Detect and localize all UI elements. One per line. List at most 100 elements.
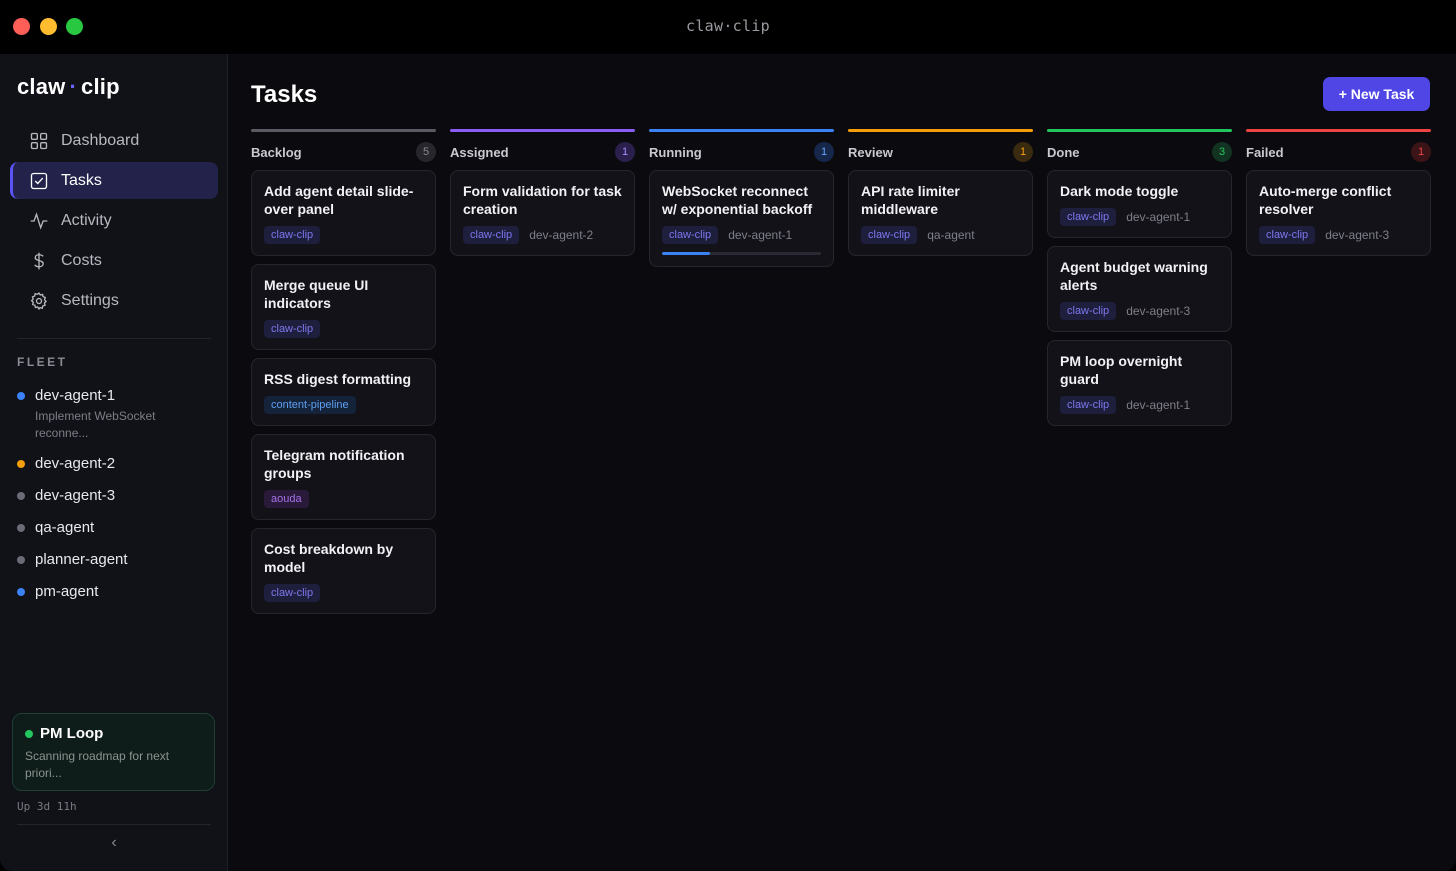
column-title: Failed [1246,144,1284,160]
column-title: Running [649,144,702,160]
column-header: Running 1 [649,132,834,170]
task-title: Auto-merge conflict resolver [1259,183,1392,217]
logo-text-right: clip [81,74,120,99]
logo-text-left: claw [17,74,66,99]
sidebar-item-settings[interactable]: Settings [10,282,218,319]
app-window: claw·clip claw · clip Dashboard Tasks Activi… [0,0,1456,871]
page-title: Tasks [251,81,318,108]
project-tag: claw-clip [1259,226,1316,244]
agent-name: dev-agent-3 [35,487,116,504]
task-card[interactable]: Add agent detail slide-over panel claw-cl… [251,170,436,256]
task-card[interactable]: Dark mode toggle claw-clip dev-agent-1 [1047,170,1232,238]
task-meta: claw-clip [264,320,423,338]
fleet-agent[interactable]: dev-agent-2 [17,454,217,474]
agent-status-dot [17,492,25,500]
column-count-badge: 1 [1013,142,1033,162]
task-title: PM loop overnight guard [1060,353,1183,387]
project-tag: claw-clip [264,226,321,244]
sidebar-item-tasks[interactable]: Tasks [10,162,218,199]
fleet-list: dev-agent-1 Implement WebSocket reconne..… [17,386,217,614]
fleet-agent[interactable]: dev-agent-1 Implement WebSocket reconne..… [17,386,217,442]
fleet-agent[interactable]: pm-agent [17,582,217,602]
sidebar-item-costs[interactable]: Costs [10,242,218,279]
project-tag: claw-clip [264,584,321,602]
app-logo[interactable]: claw · clip [17,74,120,100]
task-title: RSS digest formatting [264,371,412,387]
column-count-badge: 1 [615,142,635,162]
project-tag: aouda [264,490,309,508]
fleet-agent[interactable]: qa-agent [17,518,217,538]
task-card[interactable]: Agent budget warning alerts claw-clip dev-… [1047,246,1232,332]
agent-name: planner-agent [35,551,128,568]
task-card[interactable]: Cost breakdown by model claw-clip [251,528,436,614]
agent-status-dot [17,392,25,400]
agent-status-dot [17,460,25,468]
project-tag: claw-clip [861,226,918,244]
sidebar-item-dashboard[interactable]: Dashboard [10,122,218,159]
agent-status-dot [17,524,25,532]
sidebar-divider [17,338,211,339]
task-card[interactable]: API rate limiter middleware claw-clip qa-a… [848,170,1033,256]
column-title: Done [1047,144,1080,160]
fleet-agent[interactable]: dev-agent-3 [17,486,217,506]
task-card[interactable]: PM loop overnight guard claw-clip dev-agen… [1047,340,1232,426]
sidebar-item-label: Dashboard [61,131,140,149]
assigned-agent: dev-agent-3 [1325,228,1390,242]
agent-name: pm-agent [35,583,99,600]
task-card[interactable]: Form validation for task creation claw-cl… [450,170,635,256]
sidebar-item-label: Settings [61,291,119,309]
task-card[interactable]: Telegram notification groups aouda [251,434,436,520]
agent-name: qa-agent [35,519,95,536]
pm-loop-card[interactable]: PM Loop Scanning roadmap for next priori… [12,713,215,791]
column-done: Done 3 Dark mode toggle claw-clip dev-agent-… [1047,129,1232,434]
fleet-heading: FLEET [17,355,68,369]
column-assigned: Assigned 1 Form validation for task creati… [450,129,635,264]
assigned-agent: dev-agent-1 [1126,210,1191,224]
sidebar-item-activity[interactable]: Activity [10,202,218,239]
fleet-agent[interactable]: planner-agent [17,550,217,570]
column-title: Review [848,144,893,160]
task-title: WebSocket reconnect w/ exponential backo… [662,183,813,217]
task-title: Form validation for task creation [463,183,622,217]
project-tag: claw-clip [264,320,321,338]
main-content: Tasks + New Task Backlog 5 Add agent detai… [229,54,1456,871]
collapse-sidebar-icon[interactable]: ‹ [105,834,123,852]
task-title: Telegram notification groups [264,447,405,481]
new-task-button[interactable]: + New Task [1323,77,1430,111]
project-tag: claw-clip [1060,302,1117,320]
task-progress-fill [662,252,710,255]
task-meta: claw-clip qa-agent [861,226,1020,244]
column-header: Review 1 [848,132,1033,170]
project-tag: claw-clip [1060,396,1117,414]
uptime-label: Up 3d 11h [17,800,77,813]
assigned-agent: dev-agent-1 [1126,398,1191,412]
task-meta: content-pipeline [264,396,423,414]
project-tag: claw-clip [463,226,520,244]
title-bar: claw·clip [0,0,1456,54]
assigned-agent: dev-agent-1 [728,228,793,242]
column-title: Backlog [251,144,302,160]
task-card[interactable]: WebSocket reconnect w/ exponential backo… [649,170,834,267]
task-progress-bar [662,252,821,255]
pm-loop-status-dot [25,729,33,738]
task-card[interactable]: Merge queue UI indicators claw-clip [251,264,436,350]
assigned-agent: qa-agent [927,228,975,242]
gear-icon [29,291,49,311]
pm-loop-title: PM Loop [40,725,104,742]
column-count-badge: 3 [1212,142,1232,162]
sidebar-bottom-divider [17,824,211,825]
task-card[interactable]: Auto-merge conflict resolver claw-clip dev… [1246,170,1431,256]
task-title: Agent budget warning alerts [1060,259,1208,293]
task-title: Merge queue UI indicators [264,277,369,311]
task-title: API rate limiter middleware [861,183,960,217]
column-header: Failed 1 [1246,132,1431,170]
column-header: Assigned 1 [450,132,635,170]
column-header: Done 3 [1047,132,1232,170]
agent-status-dot [17,556,25,564]
column-count-badge: 5 [416,142,436,162]
task-card[interactable]: RSS digest formatting content-pipeline [251,358,436,426]
sidebar: claw · clip Dashboard Tasks Activity Costs Set… [0,54,228,871]
task-title: Cost breakdown by model [264,541,394,575]
task-meta: claw-clip dev-agent-1 [662,226,821,244]
kanban-board: Backlog 5 Add agent detail slide-over pane… [251,129,1431,829]
